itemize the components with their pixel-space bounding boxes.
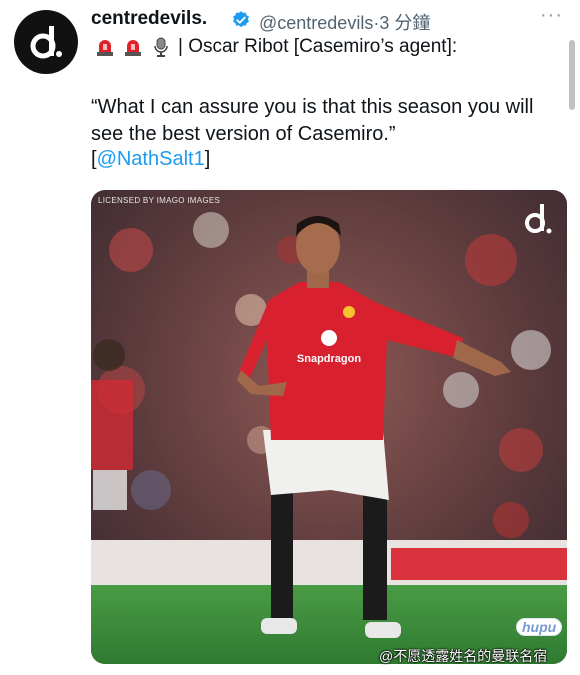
display-name[interactable]: centredevils. (91, 8, 207, 30)
handle-and-time: @centredevils·3 分鐘 (259, 9, 430, 35)
handle[interactable]: @centredevils (259, 13, 373, 33)
shirt-sponsor: Snapdragon (297, 353, 361, 365)
bracket-close: ] (204, 148, 211, 170)
centredevils-watermark-icon (525, 204, 552, 234)
more-options-button[interactable]: ··· (540, 4, 563, 27)
scrollbar[interactable] (569, 40, 575, 110)
player-photo-illustration: Snapdragon (91, 190, 567, 664)
tweet-photo[interactable]: Snapdragon LICENSED BY IMAGO IMAGES (91, 190, 567, 664)
tweet-first-line: | Oscar Ribot [Casemiro’s agent]: (94, 36, 457, 58)
post-time[interactable]: 3 分鐘 (379, 13, 430, 33)
mention-line: [@NathSalt1] (91, 148, 210, 171)
source-text: | Oscar Ribot [Casemiro’s agent]: (178, 36, 458, 57)
hupu-watermark: hupu (516, 618, 563, 636)
quote-text: “What I can assure you is that this seas… (91, 96, 534, 145)
microphone-icon (150, 36, 172, 58)
profile-avatar[interactable] (14, 10, 78, 74)
siren-icon (94, 36, 116, 58)
user-watermark: @不愿透露姓名的曼联名宿 (379, 648, 548, 664)
centredevils-logo-icon (30, 26, 62, 59)
siren-icon (122, 36, 144, 58)
mention-link[interactable]: @NathSalt1 (97, 148, 205, 170)
verified-badge-icon (233, 11, 249, 28)
photo-credit: LICENSED BY IMAGO IMAGES (98, 196, 221, 205)
